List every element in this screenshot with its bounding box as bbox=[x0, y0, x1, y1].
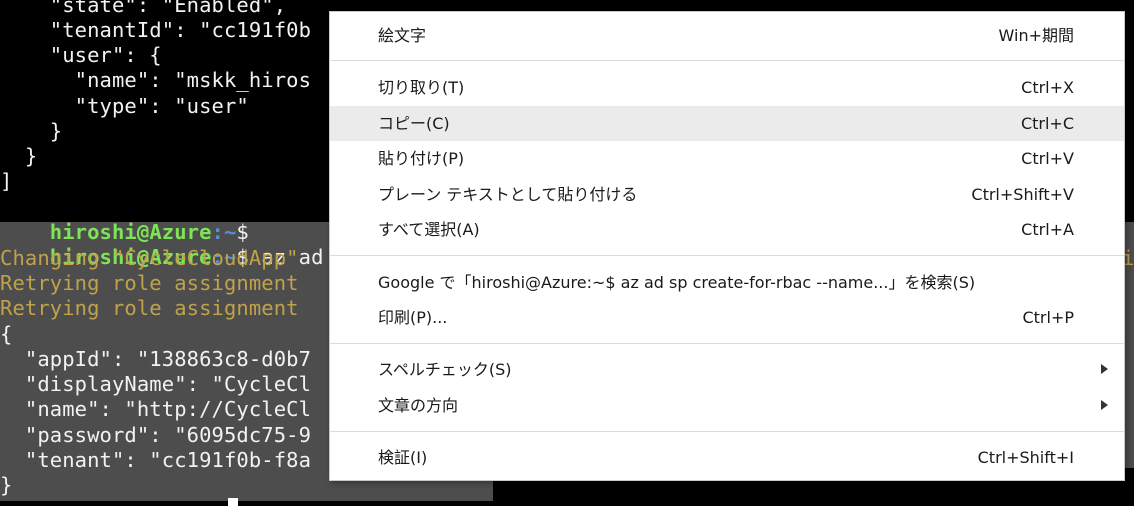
menu-item-label: すべて選択(A) bbox=[378, 220, 480, 239]
output-line: } bbox=[0, 473, 13, 497]
output-line: "password": "6095dc75-9 bbox=[0, 423, 312, 447]
terminal-line: } bbox=[0, 144, 38, 168]
terminal-line: } bbox=[0, 119, 63, 143]
terminal-line: "state": "Enabled", bbox=[0, 0, 287, 17]
menu-item-label: 検証(I) bbox=[378, 448, 428, 467]
menu-item-shortcut: Ctrl+P bbox=[1022, 308, 1074, 327]
command-line: hiroshi@Azure:~$ az ad sp bbox=[0, 220, 361, 269]
menu-item-shortcut: Win+期間 bbox=[998, 26, 1074, 45]
terminal-line: "tenantId": "cc191f0b bbox=[0, 18, 312, 42]
menu-item-label: 絵文字 bbox=[378, 26, 427, 45]
menu-item-writing-direction[interactable]: 文章の方向 bbox=[330, 388, 1124, 423]
menu-item-label: 貼り付け(P) bbox=[378, 149, 465, 168]
menu-item-label: 切り取り(T) bbox=[378, 78, 465, 97]
menu-item-shortcut: Ctrl+Shift+V bbox=[971, 185, 1074, 204]
terminal-line: "type": "user" bbox=[0, 94, 249, 118]
menu-item-label: Google で「hiroshi@Azure:~$ az ad sp creat… bbox=[378, 273, 976, 292]
menu-item-label: プレーン テキストとして貼り付ける bbox=[378, 185, 638, 204]
menu-item-label: 印刷(P)... bbox=[378, 308, 448, 327]
output-line: "appId": "138863c8-d0b7 bbox=[0, 347, 312, 371]
menu-item-emoji[interactable]: 絵文字 Win+期間 bbox=[330, 18, 1124, 53]
output-line: "tenant": "cc191f0b-f8a bbox=[0, 448, 312, 472]
output-line: { bbox=[0, 322, 13, 346]
output-warning-line: Retrying role assignment bbox=[0, 296, 299, 320]
menu-item-inspect[interactable]: 検証(I) Ctrl+Shift+I bbox=[330, 440, 1124, 475]
menu-item-google-search[interactable]: Google で「hiroshi@Azure:~$ az ad sp creat… bbox=[330, 265, 1124, 300]
menu-item-shortcut: Ctrl+A bbox=[1021, 220, 1074, 239]
output-warning-line: Retrying role assignment bbox=[0, 271, 299, 295]
menu-item-shortcut: Ctrl+Shift+I bbox=[977, 448, 1074, 467]
output-line: "displayName": "CycleCl bbox=[0, 372, 312, 396]
menu-item-cut[interactable]: 切り取り(T) Ctrl+X bbox=[330, 70, 1124, 105]
terminal-line: "user": { bbox=[0, 43, 162, 67]
terminal-line: ] bbox=[0, 169, 13, 193]
menu-item-label: スペルチェック(S) bbox=[378, 360, 512, 379]
prompt-line: hiroshi@Azure:~$ bbox=[0, 195, 249, 244]
menu-item-shortcut: Ctrl+C bbox=[1020, 114, 1074, 133]
menu-item-label: コピー(C) bbox=[378, 114, 450, 133]
chevron-right-icon bbox=[1101, 364, 1108, 374]
menu-separator bbox=[330, 343, 1124, 344]
menu-item-label: 文章の方向 bbox=[378, 396, 459, 415]
context-menu: 絵文字 Win+期間 切り取り(T) Ctrl+X コピー(C) Ctrl+C … bbox=[329, 11, 1125, 481]
menu-item-select-all[interactable]: すべて選択(A) Ctrl+A bbox=[330, 212, 1124, 247]
menu-item-paste-plain-text[interactable]: プレーン テキストとして貼り付ける Ctrl+Shift+V bbox=[330, 177, 1124, 212]
menu-item-shortcut: Ctrl+V bbox=[1021, 149, 1074, 168]
menu-item-print[interactable]: 印刷(P)... Ctrl+P bbox=[330, 300, 1124, 335]
menu-item-spellcheck[interactable]: スペルチェック(S) bbox=[330, 352, 1124, 387]
output-line: "name": "http://CycleCl bbox=[0, 397, 312, 421]
terminal-line: "name": "mskk_hiros bbox=[0, 68, 312, 92]
output-warning-line: Changing "CycleCloudApp" bbox=[0, 246, 299, 270]
chevron-right-icon bbox=[1101, 400, 1108, 410]
menu-separator bbox=[330, 255, 1124, 256]
menu-item-shortcut: Ctrl+X bbox=[1021, 78, 1074, 97]
menu-item-paste[interactable]: 貼り付け(P) Ctrl+V bbox=[330, 141, 1124, 176]
menu-separator bbox=[330, 60, 1124, 61]
menu-item-copy[interactable]: コピー(C) Ctrl+C bbox=[330, 106, 1124, 141]
menu-separator bbox=[330, 431, 1124, 432]
